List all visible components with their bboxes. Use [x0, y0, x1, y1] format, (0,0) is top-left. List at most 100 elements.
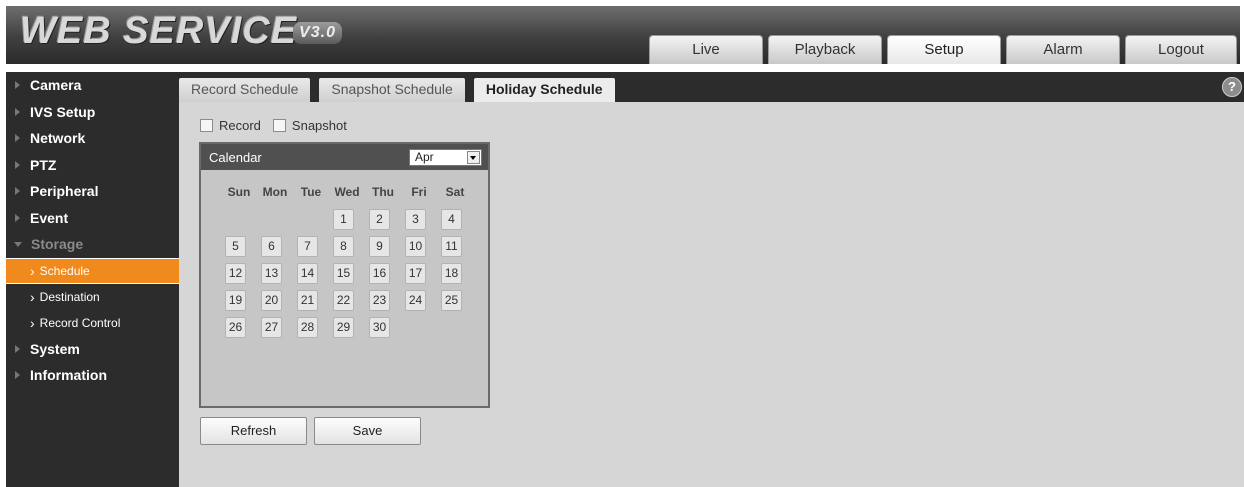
calendar-day[interactable]: 15 [333, 263, 354, 284]
tab-record-schedule[interactable]: Record Schedule [179, 78, 311, 102]
calendar-day[interactable]: 10 [405, 236, 426, 257]
holiday-calendar: Calendar Apr Sun Mon Tue Wed Thu Fri Sat 12345… [199, 142, 490, 408]
main-nav: Live Playback Setup Alarm Logout [649, 35, 1237, 64]
calendar-day[interactable]: 24 [405, 290, 426, 311]
snapshot-checkbox[interactable] [272, 119, 286, 132]
record-checkbox[interactable] [200, 119, 213, 132]
calendar-day[interactable]: 19 [225, 290, 246, 311]
sidebar-item-label: PTZ [30, 156, 57, 173]
sidebar: Camera IVS Setup Network PTZ Peripheral … [6, 72, 179, 487]
sidebar-item-storage[interactable]: Storage [6, 231, 179, 258]
calendar-day[interactable]: 21 [297, 290, 318, 311]
calendar-day[interactable]: 9 [369, 236, 390, 257]
sidebar-subitem-destination[interactable]: › Destination [6, 284, 179, 310]
sidebar-item-label: Camera [30, 77, 82, 94]
calendar-day[interactable]: 3 [405, 209, 426, 230]
calendar-day[interactable]: 6 [261, 236, 282, 257]
schedule-type-options: Record Snapshot [200, 118, 359, 133]
save-button[interactable]: Save [314, 417, 421, 445]
sidebar-subitem-schedule[interactable]: › Schedule [6, 257, 179, 284]
sidebar-item-label: IVS Setup [30, 103, 96, 120]
sidebar-item-peripheral[interactable]: Peripheral [6, 178, 179, 205]
sidebar-item-label: Event [30, 209, 69, 226]
sidebar-subitem-label: Schedule [39, 263, 90, 278]
calendar-day[interactable]: 17 [405, 263, 426, 284]
sidebar-item-label: Storage [31, 236, 84, 253]
sidebar-item-ptz[interactable]: PTZ [6, 152, 179, 179]
expand-arrow-icon [15, 371, 20, 380]
calendar-day[interactable]: 20 [261, 290, 282, 311]
help-icon[interactable]: ? [1222, 77, 1242, 97]
calendar-day[interactable]: 16 [369, 263, 390, 284]
sidebar-item-ivs-setup[interactable]: IVS Setup [6, 99, 179, 126]
record-label: Record [219, 118, 261, 133]
calendar-day[interactable]: 18 [441, 263, 462, 284]
calendar-day[interactable]: 28 [297, 317, 318, 338]
weekday-label: Thu [372, 185, 394, 199]
sidebar-subitem-label: Destination [39, 289, 100, 304]
nav-tab-logout[interactable]: Logout [1125, 35, 1237, 64]
expand-arrow-icon [15, 213, 20, 222]
calendar-day[interactable]: 12 [225, 263, 246, 284]
sidebar-item-camera[interactable]: Camera [6, 72, 179, 99]
weekday-label: Mon [262, 185, 288, 199]
dropdown-arrow-icon[interactable] [467, 150, 480, 164]
calendar-day[interactable]: 4 [441, 209, 462, 230]
expand-arrow-icon [15, 81, 20, 90]
expand-arrow-icon [15, 344, 20, 353]
weekday-label: Sun [227, 185, 251, 199]
sidebar-item-label: Information [30, 367, 107, 384]
calendar-day[interactable]: 7 [297, 236, 318, 257]
month-select-value: Apr [415, 150, 434, 164]
sidebar-item-event[interactable]: Event [6, 205, 179, 232]
refresh-button[interactable]: Refresh [200, 417, 307, 445]
month-select[interactable]: Apr [409, 148, 482, 166]
nav-tab-live[interactable]: Live [649, 35, 763, 64]
nav-tab-alarm[interactable]: Alarm [1006, 35, 1120, 64]
calendar-title: Calendar [209, 149, 262, 165]
calendar-day[interactable]: 5 [225, 236, 246, 257]
sidebar-item-label: System [30, 340, 80, 357]
calendar-day[interactable]: 27 [261, 317, 282, 338]
weekday-label: Tue [300, 185, 322, 199]
calendar-day[interactable]: 8 [333, 236, 354, 257]
tab-snapshot-schedule[interactable]: Snapshot Schedule [319, 78, 465, 102]
logo-version: V3.0 [293, 22, 342, 44]
weekday-header: Sun Mon Tue Wed Thu Fri Sat [221, 185, 473, 199]
collapse-arrow-icon [14, 241, 22, 247]
tab-holiday-schedule[interactable]: Holiday Schedule [473, 78, 615, 102]
calendar-day[interactable]: 13 [261, 263, 282, 284]
calendar-day[interactable]: 30 [369, 317, 390, 338]
sidebar-item-label: Network [30, 130, 86, 147]
app-logo: WEB SERVICE V3.0 [20, 10, 342, 53]
chevron-right-icon: › [30, 314, 35, 331]
calendar-day[interactable]: 29 [333, 317, 354, 338]
calendar-header: Calendar Apr [201, 144, 488, 170]
expand-arrow-icon [15, 160, 20, 169]
weekday-label: Wed [334, 185, 360, 199]
calendar-day[interactable]: 2 [369, 209, 390, 230]
weekday-label: Fri [411, 185, 427, 199]
chevron-right-icon: › [30, 288, 35, 305]
nav-tab-playback[interactable]: Playback [768, 35, 882, 64]
calendar-day[interactable]: 1 [333, 209, 354, 230]
app-header: WEB SERVICE V3.0 Live Playback Setup Alar… [6, 6, 1240, 64]
calendar-day[interactable]: 22 [333, 290, 354, 311]
snapshot-label: Snapshot [291, 118, 347, 133]
calendar-day[interactable]: 14 [297, 263, 318, 284]
logo-text: WEB SERVICE [20, 10, 298, 52]
calendar-day[interactable]: 26 [225, 317, 246, 338]
sidebar-item-label: Peripheral [30, 183, 99, 200]
nav-tab-setup[interactable]: Setup [887, 35, 1001, 64]
calendar-day[interactable]: 23 [369, 290, 390, 311]
sidebar-subitem-record-control[interactable]: › Record Control [6, 310, 179, 336]
schedule-tabs: Record Schedule Snapshot Schedule Holida… [179, 78, 615, 102]
sidebar-item-system[interactable]: System [6, 336, 179, 363]
sidebar-item-network[interactable]: Network [6, 125, 179, 152]
sidebar-item-information[interactable]: Information [6, 362, 179, 389]
calendar-day[interactable]: 11 [441, 236, 462, 257]
expand-arrow-icon [15, 187, 20, 196]
calendar-day[interactable]: 25 [441, 290, 462, 311]
weekday-label: Sat [445, 185, 465, 199]
expand-arrow-icon [15, 134, 20, 143]
